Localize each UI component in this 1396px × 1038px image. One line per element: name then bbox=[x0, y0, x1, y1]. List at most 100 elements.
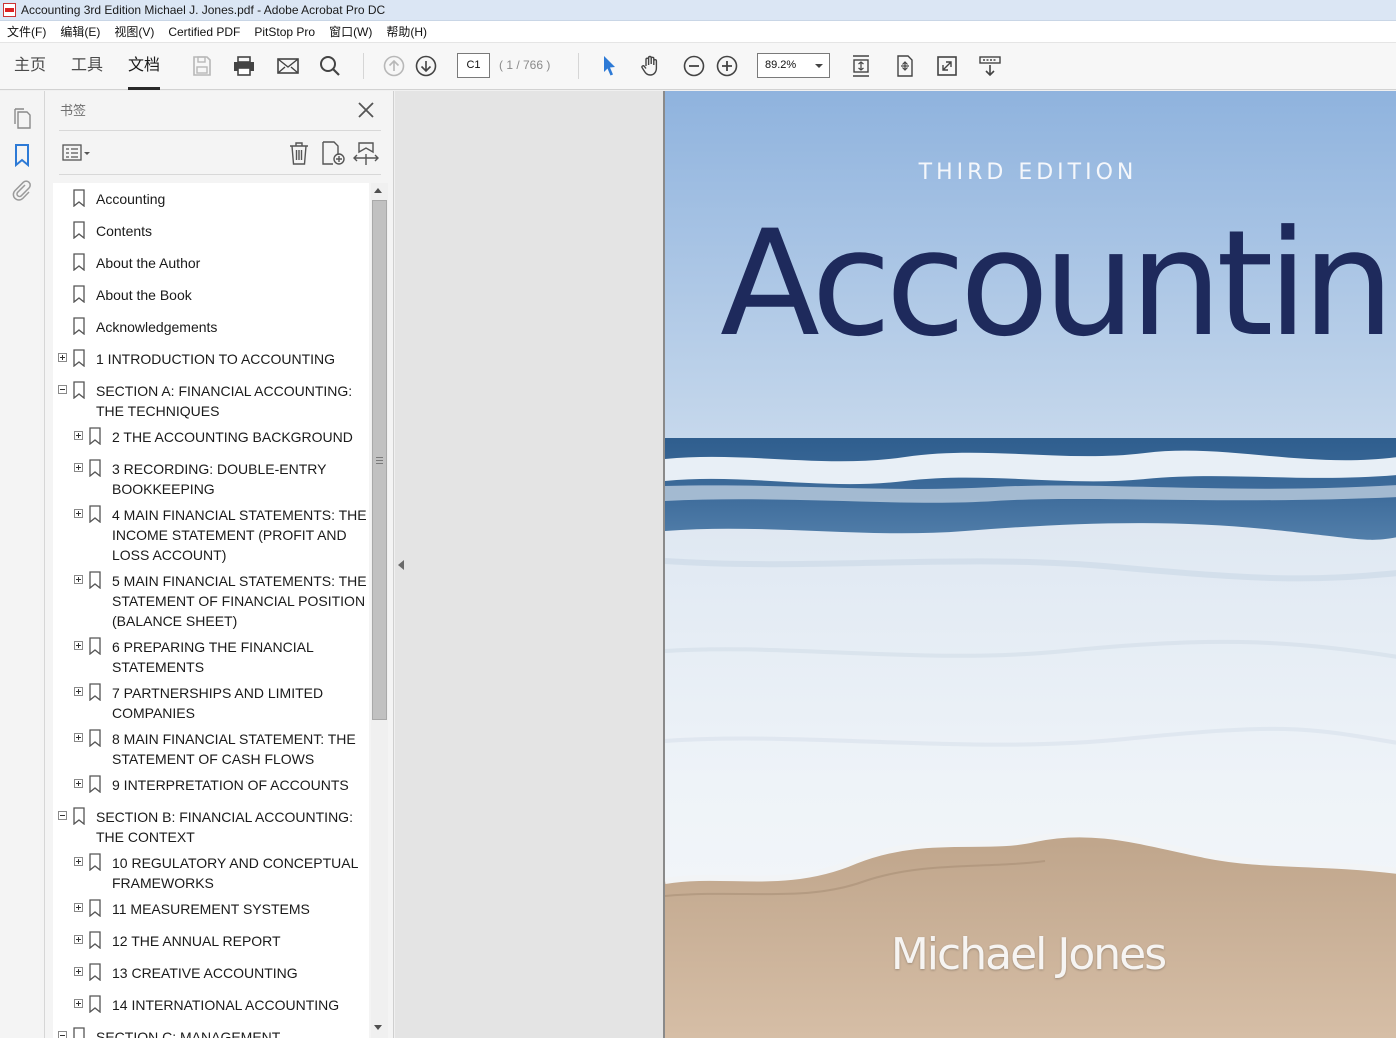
bookmark-icon bbox=[73, 253, 85, 271]
bookmark-label: 9 INTERPRETATION OF ACCOUNTS bbox=[112, 777, 349, 793]
print-icon[interactable] bbox=[231, 53, 257, 79]
menu-window[interactable]: 窗口(W) bbox=[322, 21, 379, 43]
collapse-toggle[interactable] bbox=[58, 1031, 67, 1038]
bookmark-icon bbox=[89, 899, 101, 917]
expand-toggle[interactable] bbox=[74, 857, 83, 866]
bookmark-item[interactable]: 8 MAIN FINANCIAL STATEMENT: THE STATEMEN… bbox=[53, 727, 363, 771]
bookmark-item[interactable]: About the Book bbox=[53, 283, 363, 307]
menu-view[interactable]: 视图(V) bbox=[107, 21, 161, 43]
tab-tools[interactable]: 工具 bbox=[71, 43, 103, 90]
collapse-panel-arrow-icon[interactable] bbox=[398, 560, 404, 570]
bookmark-item[interactable]: 11 MEASUREMENT SYSTEMS bbox=[53, 897, 363, 921]
close-icon[interactable] bbox=[355, 99, 377, 121]
bookmark-label: 6 PREPARING THE FINANCIAL STATEMENTS bbox=[112, 639, 314, 675]
bookmark-icon bbox=[73, 285, 85, 303]
bookmark-item[interactable]: SECTION C: MANAGEMENT bbox=[53, 1025, 363, 1038]
bookmark-icon bbox=[73, 807, 85, 825]
bookmark-label: Contents bbox=[96, 223, 153, 239]
document-viewport[interactable]: THIRD EDITION Accounting Michael Jones bbox=[395, 91, 1396, 1038]
bookmark-item[interactable]: Accounting bbox=[53, 187, 363, 211]
save-icon[interactable] bbox=[189, 53, 215, 79]
menu-edit[interactable]: 编辑(E) bbox=[53, 21, 107, 43]
menu-pitstop-pro[interactable]: PitStop Pro bbox=[247, 21, 322, 43]
options-menu-icon[interactable] bbox=[62, 142, 92, 164]
delete-bookmark-icon[interactable] bbox=[287, 140, 311, 166]
expand-toggle[interactable] bbox=[74, 999, 83, 1008]
expand-toggle[interactable] bbox=[74, 431, 83, 440]
tab-home[interactable]: 主页 bbox=[14, 43, 46, 90]
attachment-icon[interactable] bbox=[10, 179, 34, 203]
bookmark-item[interactable]: 4 MAIN FINANCIAL STATEMENTS: THE INCOME … bbox=[53, 503, 367, 567]
grip-icon bbox=[376, 457, 383, 464]
full-screen-icon[interactable] bbox=[934, 53, 960, 79]
bookmark-item[interactable]: 3 RECORDING: DOUBLE-ENTRY BOOKKEEPING bbox=[53, 457, 363, 501]
collapse-toggle[interactable] bbox=[58, 385, 67, 394]
menu-bar: 文件(F) 编辑(E) 视图(V) Certified PDF PitStop … bbox=[0, 21, 1396, 43]
expand-toggle[interactable] bbox=[74, 641, 83, 650]
bookmark-item[interactable]: 1 INTRODUCTION TO ACCOUNTING bbox=[53, 347, 363, 371]
bookmark-label: 8 MAIN FINANCIAL STATEMENT: THE STATEMEN… bbox=[112, 731, 356, 767]
menu-help[interactable]: 帮助(H) bbox=[379, 21, 434, 43]
bookmark-item[interactable]: 12 THE ANNUAL REPORT bbox=[53, 929, 363, 953]
read-mode-icon[interactable] bbox=[977, 53, 1003, 79]
cover-title: Accounting bbox=[720, 199, 1396, 369]
bookmark-item[interactable]: 14 INTERNATIONAL ACCOUNTING bbox=[53, 993, 363, 1017]
hand-tool-icon[interactable] bbox=[638, 53, 664, 79]
bookmark-item[interactable]: 7 PARTNERSHIPS AND LIMITED COMPANIES bbox=[53, 681, 363, 725]
tab-document[interactable]: 文档 bbox=[128, 43, 161, 90]
expand-toggle[interactable] bbox=[74, 967, 83, 976]
expand-toggle[interactable] bbox=[74, 733, 83, 742]
bookmark-label: 3 RECORDING: DOUBLE-ENTRY BOOKKEEPING bbox=[112, 461, 327, 497]
bookmark-item[interactable]: Acknowledgements bbox=[53, 315, 363, 339]
fit-page-icon[interactable] bbox=[892, 53, 918, 79]
next-page-icon[interactable] bbox=[413, 53, 439, 79]
acrobat-window: Accounting 3rd Edition Michael J. Jones.… bbox=[0, 0, 1396, 1038]
bookmark-item[interactable]: SECTION A: FINANCIAL ACCOUNTING: THE TEC… bbox=[53, 379, 363, 423]
bookmark-item[interactable]: 2 THE ACCOUNTING BACKGROUND bbox=[53, 425, 363, 449]
bookmark-item[interactable]: 5 MAIN FINANCIAL STATEMENTS: THE STATEME… bbox=[53, 569, 367, 633]
expand-toggle[interactable] bbox=[58, 353, 67, 362]
scroll-down-arrow-icon[interactable] bbox=[374, 1025, 382, 1030]
menu-certified-pdf[interactable]: Certified PDF bbox=[161, 21, 247, 43]
search-icon[interactable] bbox=[317, 53, 343, 79]
bookmark-item[interactable]: 9 INTERPRETATION OF ACCOUNTS bbox=[53, 773, 363, 797]
select-tool-icon[interactable] bbox=[596, 53, 622, 79]
window-title: Accounting 3rd Edition Michael J. Jones.… bbox=[21, 3, 386, 17]
bookmark-label: SECTION C: MANAGEMENT bbox=[96, 1029, 281, 1038]
expand-toggle[interactable] bbox=[74, 903, 83, 912]
bookmark-icon bbox=[89, 427, 101, 445]
bookmark-icon[interactable] bbox=[10, 143, 34, 168]
collapse-toggle[interactable] bbox=[58, 811, 67, 820]
zoom-level-dropdown[interactable]: 89.2% bbox=[757, 53, 830, 78]
bookmark-label: Acknowledgements bbox=[96, 319, 218, 335]
bookmark-icon bbox=[89, 963, 101, 981]
zoom-in-icon[interactable] bbox=[714, 53, 740, 79]
new-bookmark-icon[interactable] bbox=[320, 140, 346, 166]
bookmark-item[interactable]: Contents bbox=[53, 219, 363, 243]
cover-author: Michael Jones bbox=[890, 929, 1167, 980]
bookmark-item[interactable]: SECTION B: FINANCIAL ACCOUNTING: THE CON… bbox=[53, 805, 363, 849]
scrolling-mode-icon[interactable] bbox=[848, 53, 874, 79]
bookmark-item[interactable]: 13 CREATIVE ACCOUNTING bbox=[53, 961, 363, 985]
bookmark-item[interactable]: About the Author bbox=[53, 251, 363, 275]
expand-bookmark-icon[interactable] bbox=[353, 140, 379, 166]
expand-toggle[interactable] bbox=[74, 509, 83, 518]
email-icon[interactable] bbox=[275, 53, 301, 79]
pages-icon[interactable] bbox=[10, 107, 34, 131]
expand-toggle[interactable] bbox=[74, 687, 83, 696]
previous-page-icon[interactable] bbox=[381, 53, 407, 79]
toolbar-separator bbox=[578, 53, 579, 79]
bookmark-label: 5 MAIN FINANCIAL STATEMENTS: THE STATEME… bbox=[112, 573, 367, 629]
expand-toggle[interactable] bbox=[74, 935, 83, 944]
expand-toggle[interactable] bbox=[74, 463, 83, 472]
bookmark-label: 11 MEASUREMENT SYSTEMS bbox=[112, 901, 310, 917]
bookmark-item[interactable]: 6 PREPARING THE FINANCIAL STATEMENTS bbox=[53, 635, 363, 679]
page-number-input[interactable]: C1 bbox=[457, 53, 490, 78]
expand-toggle[interactable] bbox=[74, 575, 83, 584]
bookmark-item[interactable]: 10 REGULATORY AND CONCEPTUAL FRAMEWORKS bbox=[53, 851, 363, 895]
bookmark-icon bbox=[89, 853, 101, 871]
scroll-up-arrow-icon[interactable] bbox=[374, 188, 382, 193]
menu-file[interactable]: 文件(F) bbox=[0, 21, 53, 43]
zoom-out-icon[interactable] bbox=[681, 53, 707, 79]
expand-toggle[interactable] bbox=[74, 779, 83, 788]
